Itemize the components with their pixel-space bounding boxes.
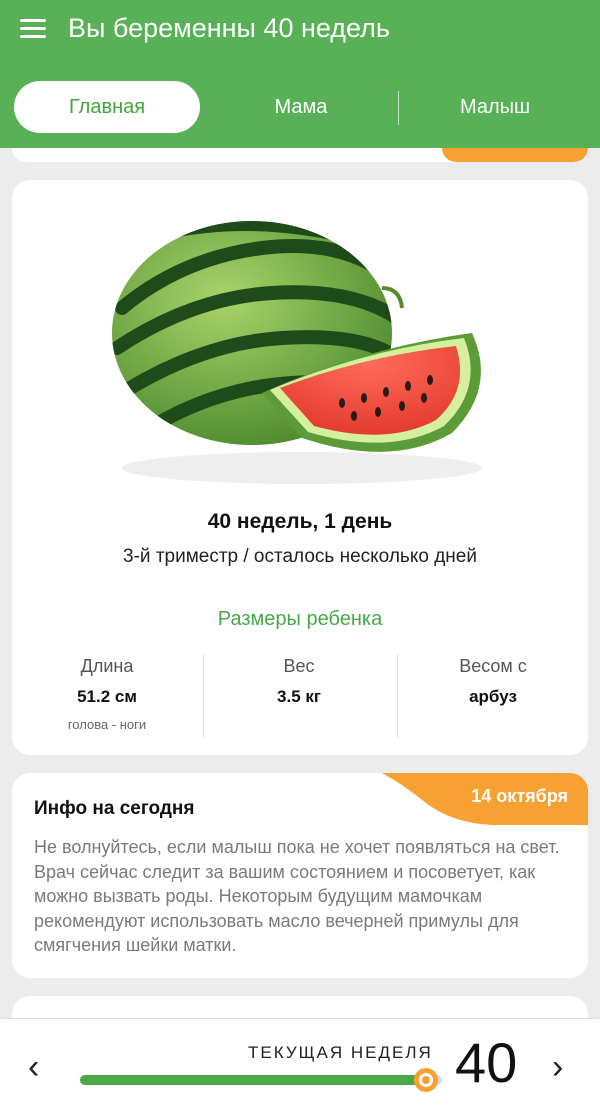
week-day-text: 40 недель, 1 день [207, 510, 393, 533]
chevron-left-icon[interactable]: ‹ [28, 1049, 39, 1085]
stat-length-label: Длина [80, 656, 134, 676]
hamburger-menu-icon[interactable] [20, 14, 48, 40]
previous-card-edge [12, 148, 588, 162]
tab-main[interactable]: Главная [14, 81, 200, 133]
chevron-right-icon[interactable]: › [552, 1049, 563, 1085]
info-card: 14 октября Инфо на сегодня Не волнуйтесь… [12, 773, 588, 978]
week-selector-bar: ‹ ТЕКУЩАЯ НЕДЕЛЯ 40 › [0, 1018, 600, 1109]
info-title: Инфо на сегодня [34, 798, 195, 819]
date-text: 14 октября [471, 786, 568, 806]
tab-baby[interactable]: Малыш [400, 79, 590, 135]
stat-length-value: 51.2 см [77, 687, 137, 706]
date-badge: 14 октября [382, 773, 588, 825]
stat-compare-value: арбуз [469, 687, 517, 706]
watermelon-image [112, 221, 482, 484]
progress-fill [80, 1075, 426, 1085]
info-text: Не волнуйтесь, если малыш пока не хочет … [34, 837, 560, 955]
week-progress-slider[interactable] [80, 1068, 442, 1092]
stat-size-comparison: Весом с арбуз [398, 656, 588, 707]
trimester-text: 3-й триместр / осталось несколько дней [123, 546, 477, 567]
app-bar: Вы беременны 40 недель Главная Мама Малы… [0, 0, 600, 148]
tab-divider [398, 91, 399, 125]
tab-bar: Главная Мама Малыш [10, 77, 590, 137]
slider-handle[interactable] [414, 1068, 438, 1092]
stat-length: Длина 51.2 см голова - ноги [12, 656, 202, 732]
current-week-number: 40 [455, 1031, 518, 1094]
stat-weight-value: 3.5 кг [277, 687, 321, 706]
week-card: 40 недель, 1 день 3-й триместр / осталос… [12, 180, 588, 755]
tab-mom[interactable]: Мама [204, 79, 398, 135]
stat-length-sub: голова - ноги [67, 717, 147, 732]
baby-sizes-title: Размеры ребенка [217, 608, 383, 630]
page-title: Вы беременны 40 недель [68, 13, 390, 43]
stat-weight-label: Вес [283, 656, 315, 676]
stat-compare-label: Весом с [459, 656, 527, 676]
current-week-label: ТЕКУЩАЯ НЕДЕЛЯ [248, 1043, 433, 1062]
stat-weight: Вес 3.5 кг [204, 656, 394, 707]
